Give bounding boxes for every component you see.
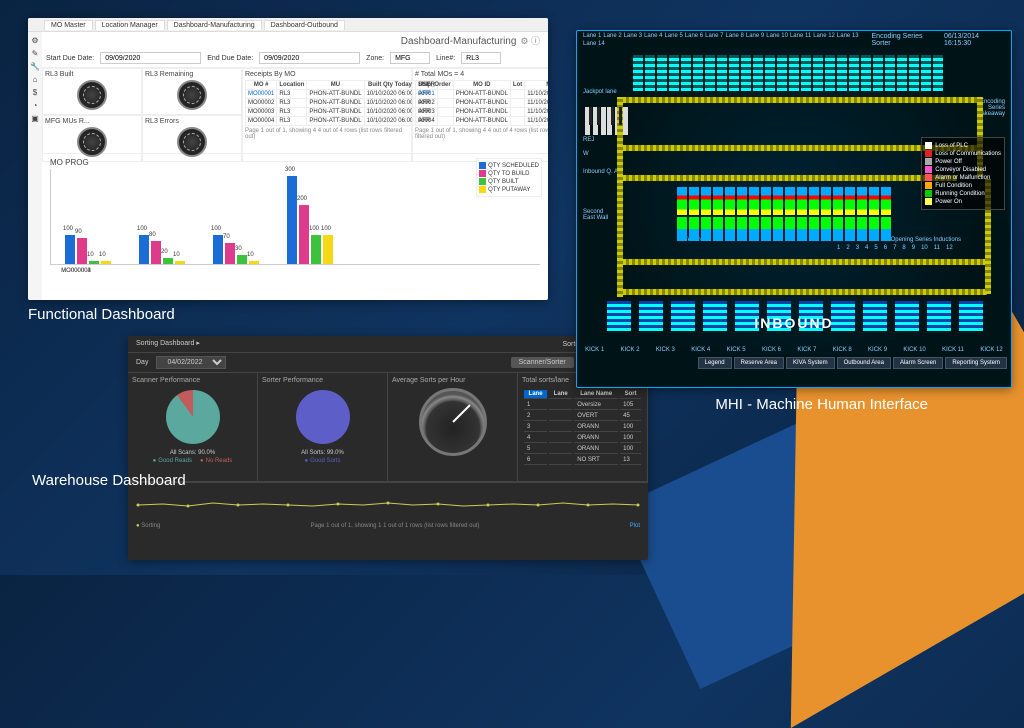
gauge-icon (177, 127, 207, 157)
wrench-icon[interactable]: 🔧 (30, 62, 40, 71)
table-row: 00004PHON-ATT-BUNDL11/10/2019 12:00:00 A… (416, 117, 549, 126)
end-date-input[interactable] (259, 52, 360, 64)
table-row: MO00004RL3PHON-ATT-BUNDL10/10/2020 06:00… (246, 117, 438, 126)
warehouse-dashboard-label: Warehouse Dashboard (32, 472, 186, 489)
card-total-mos: # Total MOs = 4 Ship_OrderMO IDLotMfg_Da… (412, 68, 548, 162)
tab-mo-master[interactable]: MO Master (44, 20, 93, 30)
card-avg-sorts: Average Sorts per Hour (388, 373, 518, 481)
inbound-label: INBOUND (754, 315, 833, 331)
mhi-panel: Lane 1Lane 2Lane 3Lane 4Lane 5Lane 6Lane… (576, 30, 1012, 388)
tab-scanner-sorter[interactable]: Scanner/Sorter (511, 357, 574, 368)
lane-labels: Lane 1Lane 2Lane 3Lane 4Lane 5Lane 6Lane… (583, 33, 868, 47)
table-row: 00002PHON-ATT-BUNDL11/10/2019 12:00:00 A… (416, 99, 549, 108)
filter-bar: Start Due Date: End Due Date: Zone: Line… (28, 49, 548, 68)
gauge-icon (77, 80, 107, 110)
pie-chart-icon (296, 390, 350, 444)
start-date-input[interactable] (100, 52, 201, 64)
sorting-line-chart: ● Sorting Page 1 out of 1, showing 1 1 o… (128, 482, 648, 542)
warehouse-dashboard: Sorting Dashboard ▸ Sorting Dashboard ● … (128, 336, 648, 560)
functional-dashboard: ⚙ ✎ 🔧 ⌂ $ ◔ ▣ MO Master Location Manager… (28, 18, 548, 300)
line-label: Line#: (436, 55, 455, 62)
mhi-button[interactable]: Outbound Area (837, 357, 891, 369)
card-scanner-perf: Scanner Performance All Scans: 90.0% Goo… (128, 373, 258, 481)
box-icon[interactable]: ▣ (31, 114, 39, 123)
mhi-button[interactable]: Reporting System (945, 357, 1007, 369)
gear-icon[interactable]: ⚙ (31, 36, 38, 45)
plot-link[interactable]: Plot (630, 523, 640, 529)
day-select[interactable]: 04/02/2022 (156, 356, 226, 369)
tab-bar: MO Master Location Manager Dashboard-Man… (28, 18, 548, 32)
mo-prog-chart: MO PROG 100901010MO000001100802010MO0000… (42, 154, 548, 269)
gauge-icon (419, 388, 487, 456)
table-row: MO00001RL3PHON-ATT-BUNDL10/10/2020 06:00… (246, 90, 438, 99)
pager-text: Page 1 out of 1, showing 4 4 out of 4 ro… (245, 126, 409, 140)
day-label: Day (136, 359, 148, 366)
tab-dashboard-mfg[interactable]: Dashboard-Manufacturing (167, 20, 262, 30)
card-rl3-remaining: RL3 Remaining (142, 68, 242, 115)
mhi-title: Encoding Series Sorter (872, 33, 940, 47)
functional-dashboard-label: Functional Dashboard (28, 306, 175, 323)
gauge-icon (77, 127, 107, 157)
mhi-button[interactable]: Reserve Area (734, 357, 784, 369)
zone-label: Zone: (366, 55, 384, 62)
breadcrumb: Sorting Dashboard ▸ (136, 339, 200, 349)
totalmo-table: Ship_OrderMO IDLotMfg_DateExp_Date 00001… (415, 80, 548, 126)
card-receipts: Receipts By MO MO #LocationMUBuilt Qty T… (242, 68, 412, 162)
card-total-sorts: Total sorts/lane LaneLaneLane NameSort 1… (518, 373, 648, 481)
mhi-canvas: Jackpot lane REJ W Inbound Q. A. Second … (577, 49, 1011, 355)
start-date-label: Start Due Date: (46, 55, 94, 62)
mhi-button[interactable]: KIVA System (786, 357, 835, 369)
card-sorter-perf: Sorter Performance All Sorts: 99.0% Good… (258, 373, 388, 481)
home-icon[interactable]: ⌂ (33, 75, 38, 84)
table-row: 00001PHON-ATT-BUNDL11/10/2019 12:00:00 A… (416, 90, 549, 99)
tab-dashboard-outbound[interactable]: Dashboard-Outbound (264, 20, 345, 30)
table-row: MO00002RL3PHON-ATT-BUNDL10/10/2020 06:00… (246, 99, 438, 108)
line-input[interactable] (461, 52, 501, 64)
tab-location-manager[interactable]: Location Manager (95, 20, 165, 30)
card-rl3-built: RL3 Built (42, 68, 142, 115)
pencil-icon[interactable]: ✎ (32, 49, 39, 58)
page-title: Dashboard-Manufacturing⚙ ⓘ (28, 32, 548, 49)
end-date-label: End Due Date: (207, 55, 253, 62)
sorts-table: LaneLaneLane NameSort 1Oversize105 2OVER… (522, 388, 643, 467)
chart-icon[interactable]: ◔ (33, 101, 38, 110)
mhi-button[interactable]: Alarm Screen (893, 357, 943, 369)
receipts-table: MO #LocationMUBuilt Qty TodayUSER MO0000… (245, 80, 438, 126)
timestamp: 06/13/2014 16:15:30 (944, 33, 1005, 47)
table-row: 00003PHON-ATT-BUNDL11/10/2019 12:00:00 A… (416, 108, 549, 117)
mhi-label: MHI - Machine Human Interface (715, 396, 928, 413)
chart-legend: QTY SCHEDULED QTY TO BUILD QTY BUILT QTY… (476, 158, 542, 197)
mhi-button-bar: LegendReserve AreaKIVA SystemOutbound Ar… (577, 355, 1011, 371)
settings-icon[interactable]: ⚙ ⓘ (520, 36, 540, 46)
table-row: MO00003RL3PHON-ATT-BUNDL10/10/2020 06:00… (246, 108, 438, 117)
zone-input[interactable] (390, 52, 430, 64)
mhi-button[interactable]: Legend (698, 357, 732, 369)
sidebar: ⚙ ✎ 🔧 ⌂ $ ◔ ▣ (28, 32, 42, 300)
dollar-icon[interactable]: $ (33, 88, 37, 97)
pie-chart-icon (166, 390, 220, 444)
mhi-legend: Loss of PLCLoss of CommunicationsPower O… (921, 137, 1005, 210)
gauge-icon (177, 80, 207, 110)
